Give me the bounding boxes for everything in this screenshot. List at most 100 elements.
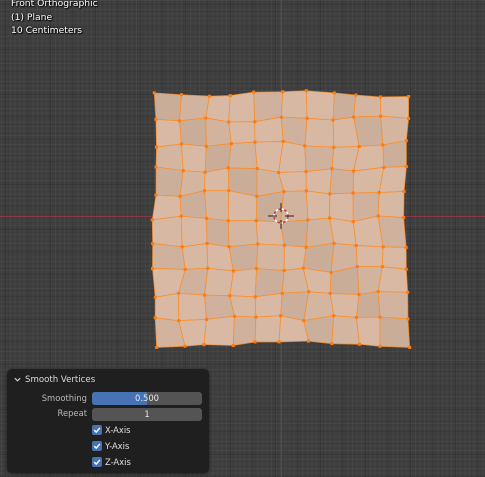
mesh-vertex[interactable]	[330, 167, 334, 171]
mesh-vertex[interactable]	[231, 269, 235, 273]
mesh-vertex[interactable]	[355, 265, 359, 269]
mesh-vertex[interactable]	[303, 144, 307, 148]
mesh-vertex[interactable]	[229, 142, 233, 146]
mesh-vertex[interactable]	[351, 191, 355, 195]
mesh-vertex[interactable]	[357, 145, 361, 149]
mesh-vertex[interactable]	[255, 167, 259, 171]
mesh-vertex[interactable]	[228, 94, 232, 98]
mesh-vertex[interactable]	[178, 194, 182, 198]
smoothing-slider[interactable]: 0.500	[92, 392, 202, 405]
mesh-vertex[interactable]	[205, 241, 209, 245]
mesh-vertex[interactable]	[204, 144, 208, 148]
mesh-vertex[interactable]	[183, 267, 187, 271]
x-axis-checkbox[interactable]	[92, 425, 102, 435]
mesh-vertex[interactable]	[282, 269, 286, 273]
mesh-vertex[interactable]	[332, 314, 336, 318]
mesh-vertex[interactable]	[254, 315, 258, 319]
mesh-vertex[interactable]	[277, 170, 281, 174]
mesh-vertex[interactable]	[328, 192, 332, 196]
mesh-vertex[interactable]	[180, 245, 184, 249]
mesh-vertex[interactable]	[203, 293, 207, 297]
mesh-vertex[interactable]	[331, 118, 335, 122]
mesh-vertex[interactable]	[152, 91, 156, 95]
y-axis-checkbox-row[interactable]: Y-Axis	[92, 440, 129, 452]
mesh-vertex[interactable]	[382, 165, 386, 169]
mesh-vertex[interactable]	[227, 245, 231, 249]
mesh-vertex[interactable]	[332, 241, 336, 245]
mesh-vertex[interactable]	[306, 218, 310, 222]
mesh-vertex[interactable]	[228, 294, 232, 298]
mesh-vertex[interactable]	[150, 218, 154, 222]
mesh-vertex[interactable]	[404, 267, 408, 271]
mesh-vertex[interactable]	[408, 345, 412, 349]
mesh-vertex[interactable]	[179, 214, 183, 218]
y-axis-checkbox[interactable]	[92, 441, 102, 451]
mesh-vertex[interactable]	[233, 314, 237, 318]
z-axis-checkbox[interactable]	[92, 457, 102, 467]
mesh-vertex[interactable]	[357, 292, 361, 296]
mesh-vertex[interactable]	[279, 115, 283, 119]
mesh-vertex[interactable]	[301, 266, 305, 270]
mesh-vertex[interactable]	[302, 319, 306, 323]
mesh-vertex[interactable]	[352, 115, 356, 119]
mesh-vertex[interactable]	[177, 319, 181, 323]
mesh-vertex[interactable]	[354, 315, 358, 319]
mesh-vertex[interactable]	[280, 291, 284, 295]
mesh-vertex[interactable]	[379, 95, 383, 99]
mesh-vertex[interactable]	[329, 270, 333, 274]
mesh-vertex[interactable]	[204, 116, 208, 120]
mesh-vertex[interactable]	[282, 190, 286, 194]
mesh-vertex[interactable]	[351, 220, 355, 224]
mesh-vertex[interactable]	[328, 291, 332, 295]
mesh-vertex[interactable]	[305, 116, 309, 120]
mesh-vertex[interactable]	[254, 219, 258, 223]
mesh-vertex[interactable]	[183, 344, 187, 348]
mesh-vertex[interactable]	[306, 339, 310, 343]
mesh-vertex[interactable]	[376, 290, 380, 294]
mesh-vertex[interactable]	[151, 242, 155, 246]
mesh-vertex[interactable]	[352, 169, 356, 173]
mesh-vertex[interactable]	[180, 93, 184, 97]
z-axis-checkbox-row[interactable]: Z-Axis	[92, 456, 131, 468]
mesh-vertex[interactable]	[402, 189, 406, 193]
mesh-vertex[interactable]	[380, 265, 384, 269]
mesh-vertex[interactable]	[204, 317, 208, 321]
mesh-vertex[interactable]	[256, 242, 260, 246]
mesh-vertex[interactable]	[407, 116, 411, 120]
mesh-vertex[interactable]	[378, 315, 382, 319]
mesh-vertex[interactable]	[281, 139, 285, 143]
mesh-vertex[interactable]	[153, 316, 157, 320]
mesh-vertex[interactable]	[404, 139, 408, 143]
mesh-vertex[interactable]	[357, 342, 361, 346]
chevron-down-icon[interactable]	[13, 375, 22, 384]
mesh-vertex[interactable]	[406, 290, 410, 294]
mesh-vertex[interactable]	[153, 295, 157, 299]
mesh-vertex[interactable]	[227, 120, 231, 124]
mesh-vertex[interactable]	[304, 89, 308, 93]
mesh-vertex[interactable]	[282, 243, 286, 247]
operator-panel-header[interactable]: Smooth Vertices	[13, 372, 95, 387]
mesh-vertex[interactable]	[202, 189, 206, 193]
mesh-vertex[interactable]	[377, 191, 381, 195]
mesh-vertex[interactable]	[255, 194, 259, 198]
mesh-vertex[interactable]	[154, 193, 158, 197]
mesh-vertex[interactable]	[332, 145, 336, 149]
mesh-vertex[interactable]	[332, 91, 336, 95]
mesh-vertex[interactable]	[277, 340, 281, 344]
mesh-vertex[interactable]	[226, 219, 230, 223]
mesh-vertex[interactable]	[226, 166, 230, 170]
mesh-vertex[interactable]	[179, 142, 183, 146]
mesh-vertex[interactable]	[150, 267, 154, 271]
mesh-vertex[interactable]	[354, 93, 358, 97]
mesh-vertex[interactable]	[379, 114, 383, 118]
mesh-vertex[interactable]	[404, 245, 408, 249]
mesh-vertex[interactable]	[207, 94, 211, 98]
mesh-vertex[interactable]	[407, 94, 411, 98]
mesh-vertex[interactable]	[227, 189, 231, 193]
mesh-vertex[interactable]	[253, 140, 257, 144]
mesh-vertex[interactable]	[304, 189, 308, 193]
mesh-vertex[interactable]	[253, 295, 257, 299]
mesh-vertex[interactable]	[378, 344, 382, 348]
mesh-vertex[interactable]	[154, 145, 158, 149]
x-axis-checkbox-row[interactable]: X-Axis	[92, 424, 131, 436]
